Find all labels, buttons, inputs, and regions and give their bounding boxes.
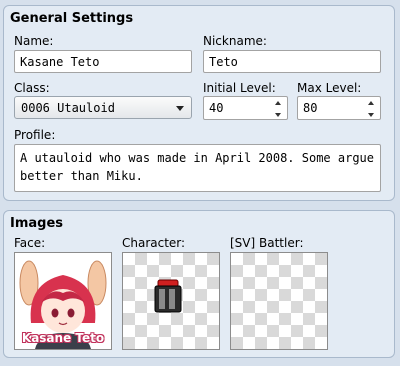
- profile-line-2: better than Miku.: [20, 169, 143, 183]
- max-level-value: 80: [303, 101, 318, 115]
- face-label: Face:: [14, 236, 46, 250]
- class-label: Class:: [14, 81, 50, 95]
- initial-level-label: Initial Level:: [203, 81, 276, 95]
- images-title: Images: [10, 216, 64, 231]
- initial-level-value: 40: [209, 101, 224, 115]
- spin-up-icon[interactable]: [275, 101, 281, 105]
- name-label: Name:: [14, 34, 54, 48]
- spin-up-icon[interactable]: [368, 101, 374, 105]
- spin-arrows-icon[interactable]: [275, 99, 283, 119]
- sv-battler-label: [SV] Battler:: [230, 236, 304, 250]
- nickname-field[interactable]: Teto: [203, 50, 381, 73]
- profile-textarea[interactable]: A utauloid who was made in April 2008. S…: [14, 144, 381, 192]
- character-label: Character:: [122, 236, 186, 250]
- sv-battler-image[interactable]: [230, 252, 328, 350]
- class-dropdown[interactable]: 0006 Utauloid: [14, 96, 192, 119]
- profile-label: Profile:: [14, 128, 56, 142]
- face-caption: Kasane Teto: [21, 331, 105, 345]
- nickname-label: Nickname:: [203, 34, 267, 48]
- profile-line-1: A utauloid who was made in April 2008. S…: [20, 151, 375, 165]
- spin-arrows-icon[interactable]: [368, 99, 376, 119]
- max-level-label: Max Level:: [297, 81, 362, 95]
- face-image[interactable]: Kasane Teto: [14, 252, 112, 350]
- general-settings-title: General Settings: [10, 11, 134, 26]
- class-dropdown-value: 0006 Utauloid: [21, 100, 115, 115]
- chevron-down-icon: [176, 106, 184, 111]
- max-level-spinner[interactable]: 80: [297, 96, 381, 120]
- name-field[interactable]: Kasane Teto: [14, 50, 192, 73]
- character-image[interactable]: [122, 252, 220, 350]
- initial-level-spinner[interactable]: 40: [203, 96, 288, 120]
- spin-down-icon[interactable]: [275, 113, 281, 117]
- character-sprite: [154, 279, 182, 313]
- spin-down-icon[interactable]: [368, 113, 374, 117]
